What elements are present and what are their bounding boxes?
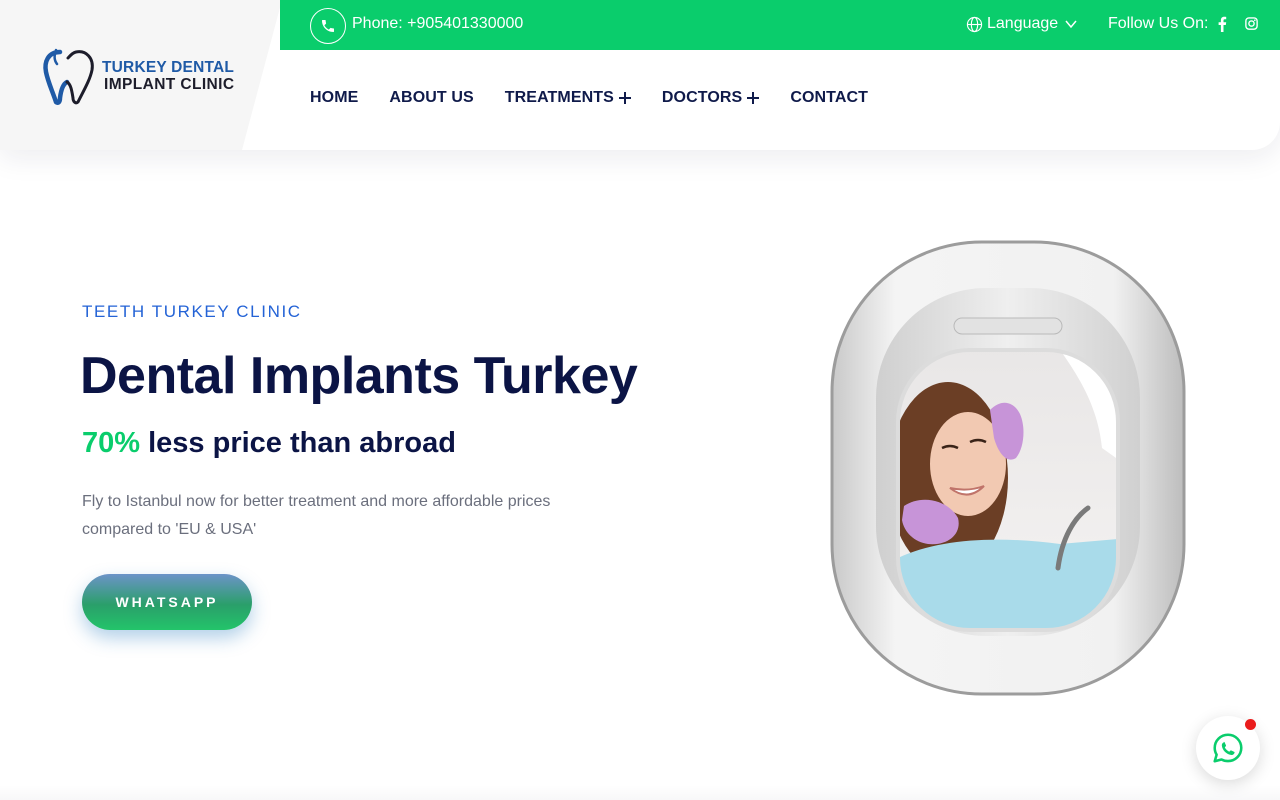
whatsapp-icon: [1213, 733, 1243, 763]
hero-subtitle-rest: less price than abroad: [140, 427, 456, 459]
nav-contact-label: CONTACT: [790, 89, 869, 106]
hero-title: Dental Implants Turkey: [80, 347, 638, 405]
globe-icon: [966, 16, 983, 32]
hero-eyebrow: TEETH TURKEY CLINIC: [82, 302, 302, 321]
hero-description: Fly to Istanbul now for better treatment…: [82, 493, 551, 538]
main-navigation: HOME ABOUT US TREATMENTS DOCTORS CONTACT: [310, 89, 899, 107]
hero-subtitle: 70% less price than abroad: [82, 427, 456, 460]
nav-treatments[interactable]: TREATMENTS: [505, 89, 631, 107]
instagram-icon[interactable]: [1244, 16, 1259, 31]
section-divider: [0, 785, 1280, 800]
hero-subtitle-accent: 70%: [82, 427, 141, 459]
phone-label: Phone:: [352, 15, 403, 32]
chevron-down-icon: [1065, 20, 1077, 29]
site-logo[interactable]: TURKEY DENTAL IMPLANT CLINIC: [40, 44, 250, 108]
follow-label: Follow Us On:: [1108, 15, 1209, 32]
tooth-logo-icon: [43, 48, 94, 106]
whatsapp-button[interactable]: WHATSAPP: [82, 574, 252, 630]
nav-treatments-label: TREATMENTS: [504, 89, 614, 106]
language-selector[interactable]: Language: [966, 15, 1078, 33]
phone-icon[interactable]: [310, 8, 346, 44]
site-header: TURKEY DENTAL IMPLANT CLINIC Phone: +905…: [0, 0, 1280, 150]
nav-about-us[interactable]: ABOUT US: [389, 89, 473, 107]
phone-number[interactable]: +905401330000: [407, 15, 523, 32]
nav-home-label: HOME: [310, 89, 359, 106]
nav-doctors-label: DOCTORS: [661, 89, 743, 106]
notification-dot: [1245, 719, 1256, 730]
nav-contact[interactable]: CONTACT: [790, 89, 868, 107]
logo-text: TURKEY DENTAL IMPLANT CLINIC: [102, 58, 235, 93]
nav-doctors[interactable]: DOCTORS: [661, 89, 760, 107]
top-bar: Phone: +905401330000 Language Follow Us …: [280, 0, 1280, 50]
plus-icon: [747, 92, 760, 104]
plus-icon: [618, 92, 631, 104]
nav-about-label: ABOUT US: [389, 89, 474, 106]
hero-image: [830, 240, 1186, 696]
phone-contact[interactable]: Phone: +905401330000: [352, 15, 523, 33]
logo-line1: TURKEY DENTAL: [102, 58, 235, 76]
logo-line2: IMPLANT CLINIC: [104, 76, 235, 93]
facebook-icon[interactable]: [1216, 16, 1228, 32]
nav-home[interactable]: HOME: [310, 89, 358, 107]
language-label: Language: [987, 15, 1059, 32]
